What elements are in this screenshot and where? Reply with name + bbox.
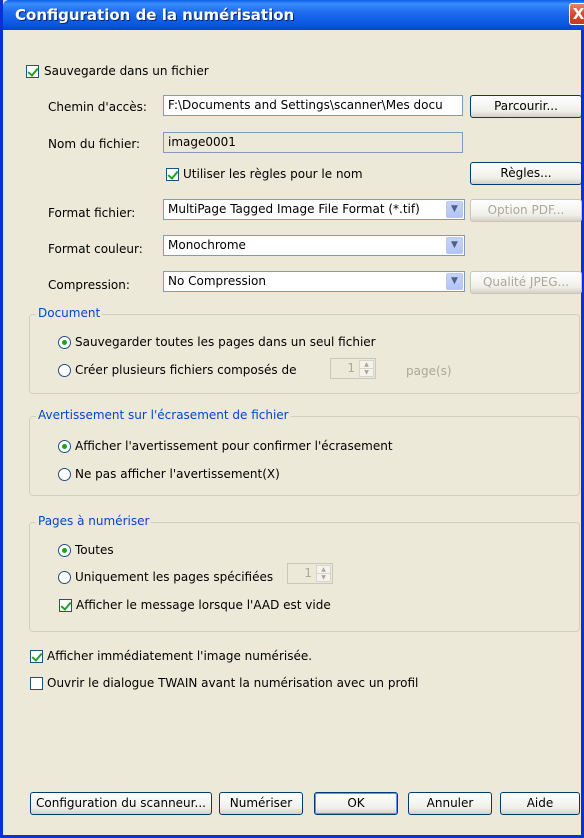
cancel-button[interactable]: Annuler <box>408 792 492 815</box>
pages-unit-label: page(s) <box>406 364 452 378</box>
all-pages-label: Toutes <box>75 543 114 557</box>
filename-input[interactable]: image0001 <box>163 132 463 153</box>
document-group-title: Document <box>36 306 103 320</box>
pdf-option-button[interactable]: Option PDF... <box>470 199 582 222</box>
color-format-value: Monochrome <box>168 238 246 252</box>
file-format-select[interactable]: MultiPage Tagged Image File Format (*.ti… <box>163 199 465 220</box>
adf-empty-checkbox[interactable] <box>59 599 72 612</box>
color-format-select[interactable]: Monochrome ▼ <box>163 235 465 256</box>
ok-button[interactable]: OK <box>314 792 398 815</box>
chevron-down-icon[interactable]: ▼ <box>446 237 463 254</box>
file-format-value: MultiPage Tagged Image File Format (*.ti… <box>168 202 420 216</box>
compression-label: Compression: <box>48 278 130 292</box>
overwrite-group <box>29 416 580 496</box>
browse-button[interactable]: Parcourir... <box>470 95 582 118</box>
scan-button[interactable]: Numériser <box>219 792 303 815</box>
pages-per-file-spinner[interactable]: 1 ▲ ▼ <box>330 358 376 379</box>
adf-empty-label: Afficher le message lorsque l'AAD est vi… <box>76 598 331 612</box>
scanner-config-button[interactable]: Configuration du scanneur... <box>30 792 212 815</box>
path-input[interactable]: F:\Documents and Settings\scanner\Mes do… <box>163 95 463 116</box>
close-button[interactable]: X <box>569 3 584 25</box>
show-warning-label: Afficher l'avertissement pour confirmer … <box>75 439 393 453</box>
multi-files-label: Créer plusieurs fichiers composés de <box>75 363 297 377</box>
path-label: Chemin d'accès: <box>48 100 147 114</box>
single-file-label: Sauvegarder toutes les pages dans un seu… <box>75 335 376 349</box>
naming-rules-label: Utiliser les règles pour le nom <box>183 167 363 181</box>
help-button[interactable]: Aide <box>500 792 580 815</box>
specified-pages-label: Uniquement les pages spécifiées <box>75 570 274 584</box>
twain-dialog-checkbox[interactable] <box>30 677 43 690</box>
scan-settings-window: Configuration de la numérisation X Sauve… <box>0 0 584 838</box>
save-to-file-label: Sauvegarde dans un fichier <box>44 64 209 78</box>
specified-pages-spinner[interactable]: 1 ▲ ▼ <box>287 563 333 584</box>
chevron-down-icon[interactable]: ▼ <box>446 273 463 290</box>
naming-rules-checkbox[interactable] <box>166 168 179 181</box>
show-warning-radio[interactable] <box>58 440 71 453</box>
file-format-label: Format fichier: <box>48 206 136 220</box>
specified-pages-radio[interactable] <box>58 571 71 584</box>
multi-files-radio[interactable] <box>58 364 71 377</box>
all-pages-radio[interactable] <box>58 544 71 557</box>
title-bar: Configuration de la numérisation X <box>3 0 584 30</box>
show-image-checkbox[interactable] <box>30 650 43 663</box>
spin-down-icon[interactable]: ▼ <box>316 573 331 582</box>
spin-down-icon[interactable]: ▼ <box>359 368 374 377</box>
filename-label: Nom du fichier: <box>48 137 141 151</box>
compression-value: No Compression <box>168 274 266 288</box>
pages-per-file-value: 1 <box>347 361 355 375</box>
rules-button[interactable]: Règles... <box>470 162 582 185</box>
document-group <box>29 314 580 394</box>
window-title: Configuration de la numérisation <box>15 6 295 24</box>
twain-dialog-label: Ouvrir le dialogue TWAIN avant la numéri… <box>47 676 419 690</box>
single-file-radio[interactable] <box>58 336 71 349</box>
compression-select[interactable]: No Compression ▼ <box>163 271 465 292</box>
chevron-down-icon[interactable]: ▼ <box>446 201 463 218</box>
specified-pages-value: 1 <box>304 566 312 580</box>
close-icon: X <box>572 5 584 23</box>
overwrite-group-title: Avertissement sur l'écrasement de fichie… <box>36 408 291 422</box>
show-image-label: Afficher immédiatement l'image numérisée… <box>47 649 313 663</box>
jpeg-quality-button[interactable]: Qualité JPEG... <box>470 271 582 294</box>
save-to-file-checkbox[interactable] <box>26 65 39 78</box>
no-warning-radio[interactable] <box>58 468 71 481</box>
color-format-label: Format couleur: <box>48 242 143 256</box>
pages-group-title: Pages à numériser <box>36 514 152 528</box>
no-warning-label: Ne pas afficher l'avertissement(X) <box>75 467 280 481</box>
